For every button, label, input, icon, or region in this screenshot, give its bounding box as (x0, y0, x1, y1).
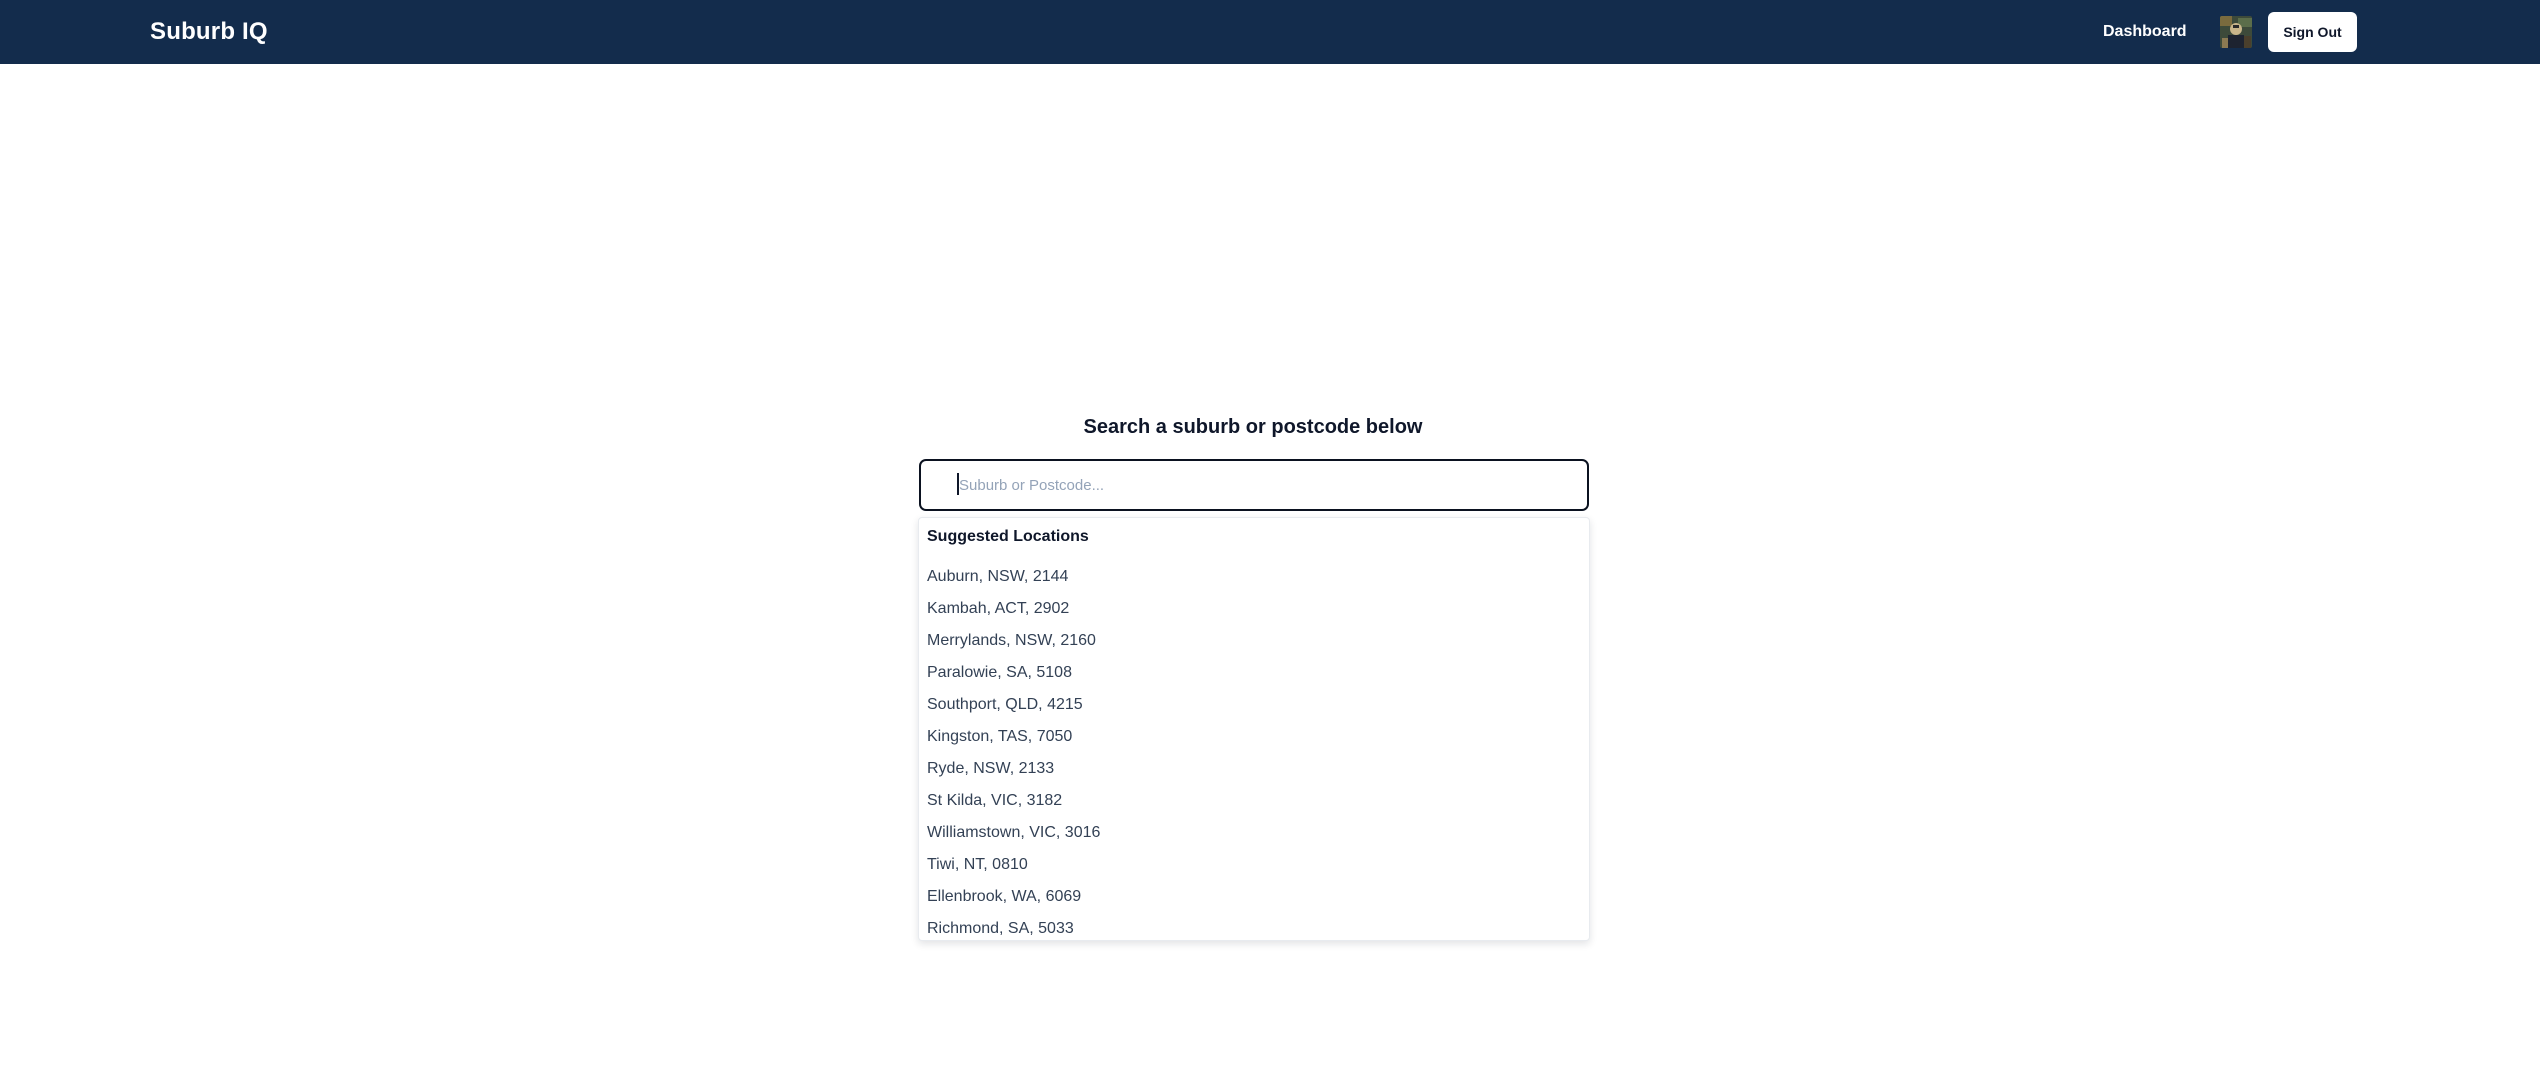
suggestion-item[interactable]: Paralowie, SA, 5108 (919, 657, 1589, 689)
suggestion-item[interactable]: Merrylands, NSW, 2160 (919, 625, 1589, 657)
text-cursor (957, 473, 959, 495)
brand-logo[interactable]: Suburb IQ (150, 17, 268, 47)
suggestion-item[interactable]: St Kilda, VIC, 3182 (919, 785, 1589, 817)
avatar[interactable] (2220, 16, 2252, 48)
suggestion-item[interactable]: Ryde, NSW, 2133 (919, 753, 1589, 785)
top-navbar: Suburb IQ Dashboard Sign Out (0, 0, 2540, 64)
nav-link-dashboard[interactable]: Dashboard (2103, 20, 2187, 44)
suggestion-item[interactable]: Williamstown, VIC, 3016 (919, 817, 1589, 849)
suggestion-item[interactable]: Richmond, SA, 5033 (919, 913, 1589, 945)
search-heading: Search a suburb or postcode below (1083, 416, 1423, 438)
sign-out-button[interactable]: Sign Out (2268, 12, 2357, 52)
suggestion-item[interactable]: Kingston, TAS, 7050 (919, 721, 1589, 753)
suggestions-heading: Suggested Locations (927, 528, 1089, 545)
suggestions-dropdown: Suggested Locations Auburn, NSW, 2144 Ka… (918, 517, 1590, 941)
search-field[interactable] (919, 459, 1589, 511)
suggestion-item[interactable]: Auburn, NSW, 2144 (919, 561, 1589, 593)
user-avatar-icon (2220, 16, 2252, 48)
search-input[interactable] (957, 471, 1557, 499)
suggestion-item[interactable]: Kambah, ACT, 2902 (919, 593, 1589, 625)
suggestions-list: Auburn, NSW, 2144 Kambah, ACT, 2902 Merr… (919, 561, 1589, 945)
suggestion-item[interactable]: Southport, QLD, 4215 (919, 689, 1589, 721)
suggestion-item[interactable]: Ellenbrook, WA, 6069 (919, 881, 1589, 913)
suggestion-item[interactable]: Tiwi, NT, 0810 (919, 849, 1589, 881)
